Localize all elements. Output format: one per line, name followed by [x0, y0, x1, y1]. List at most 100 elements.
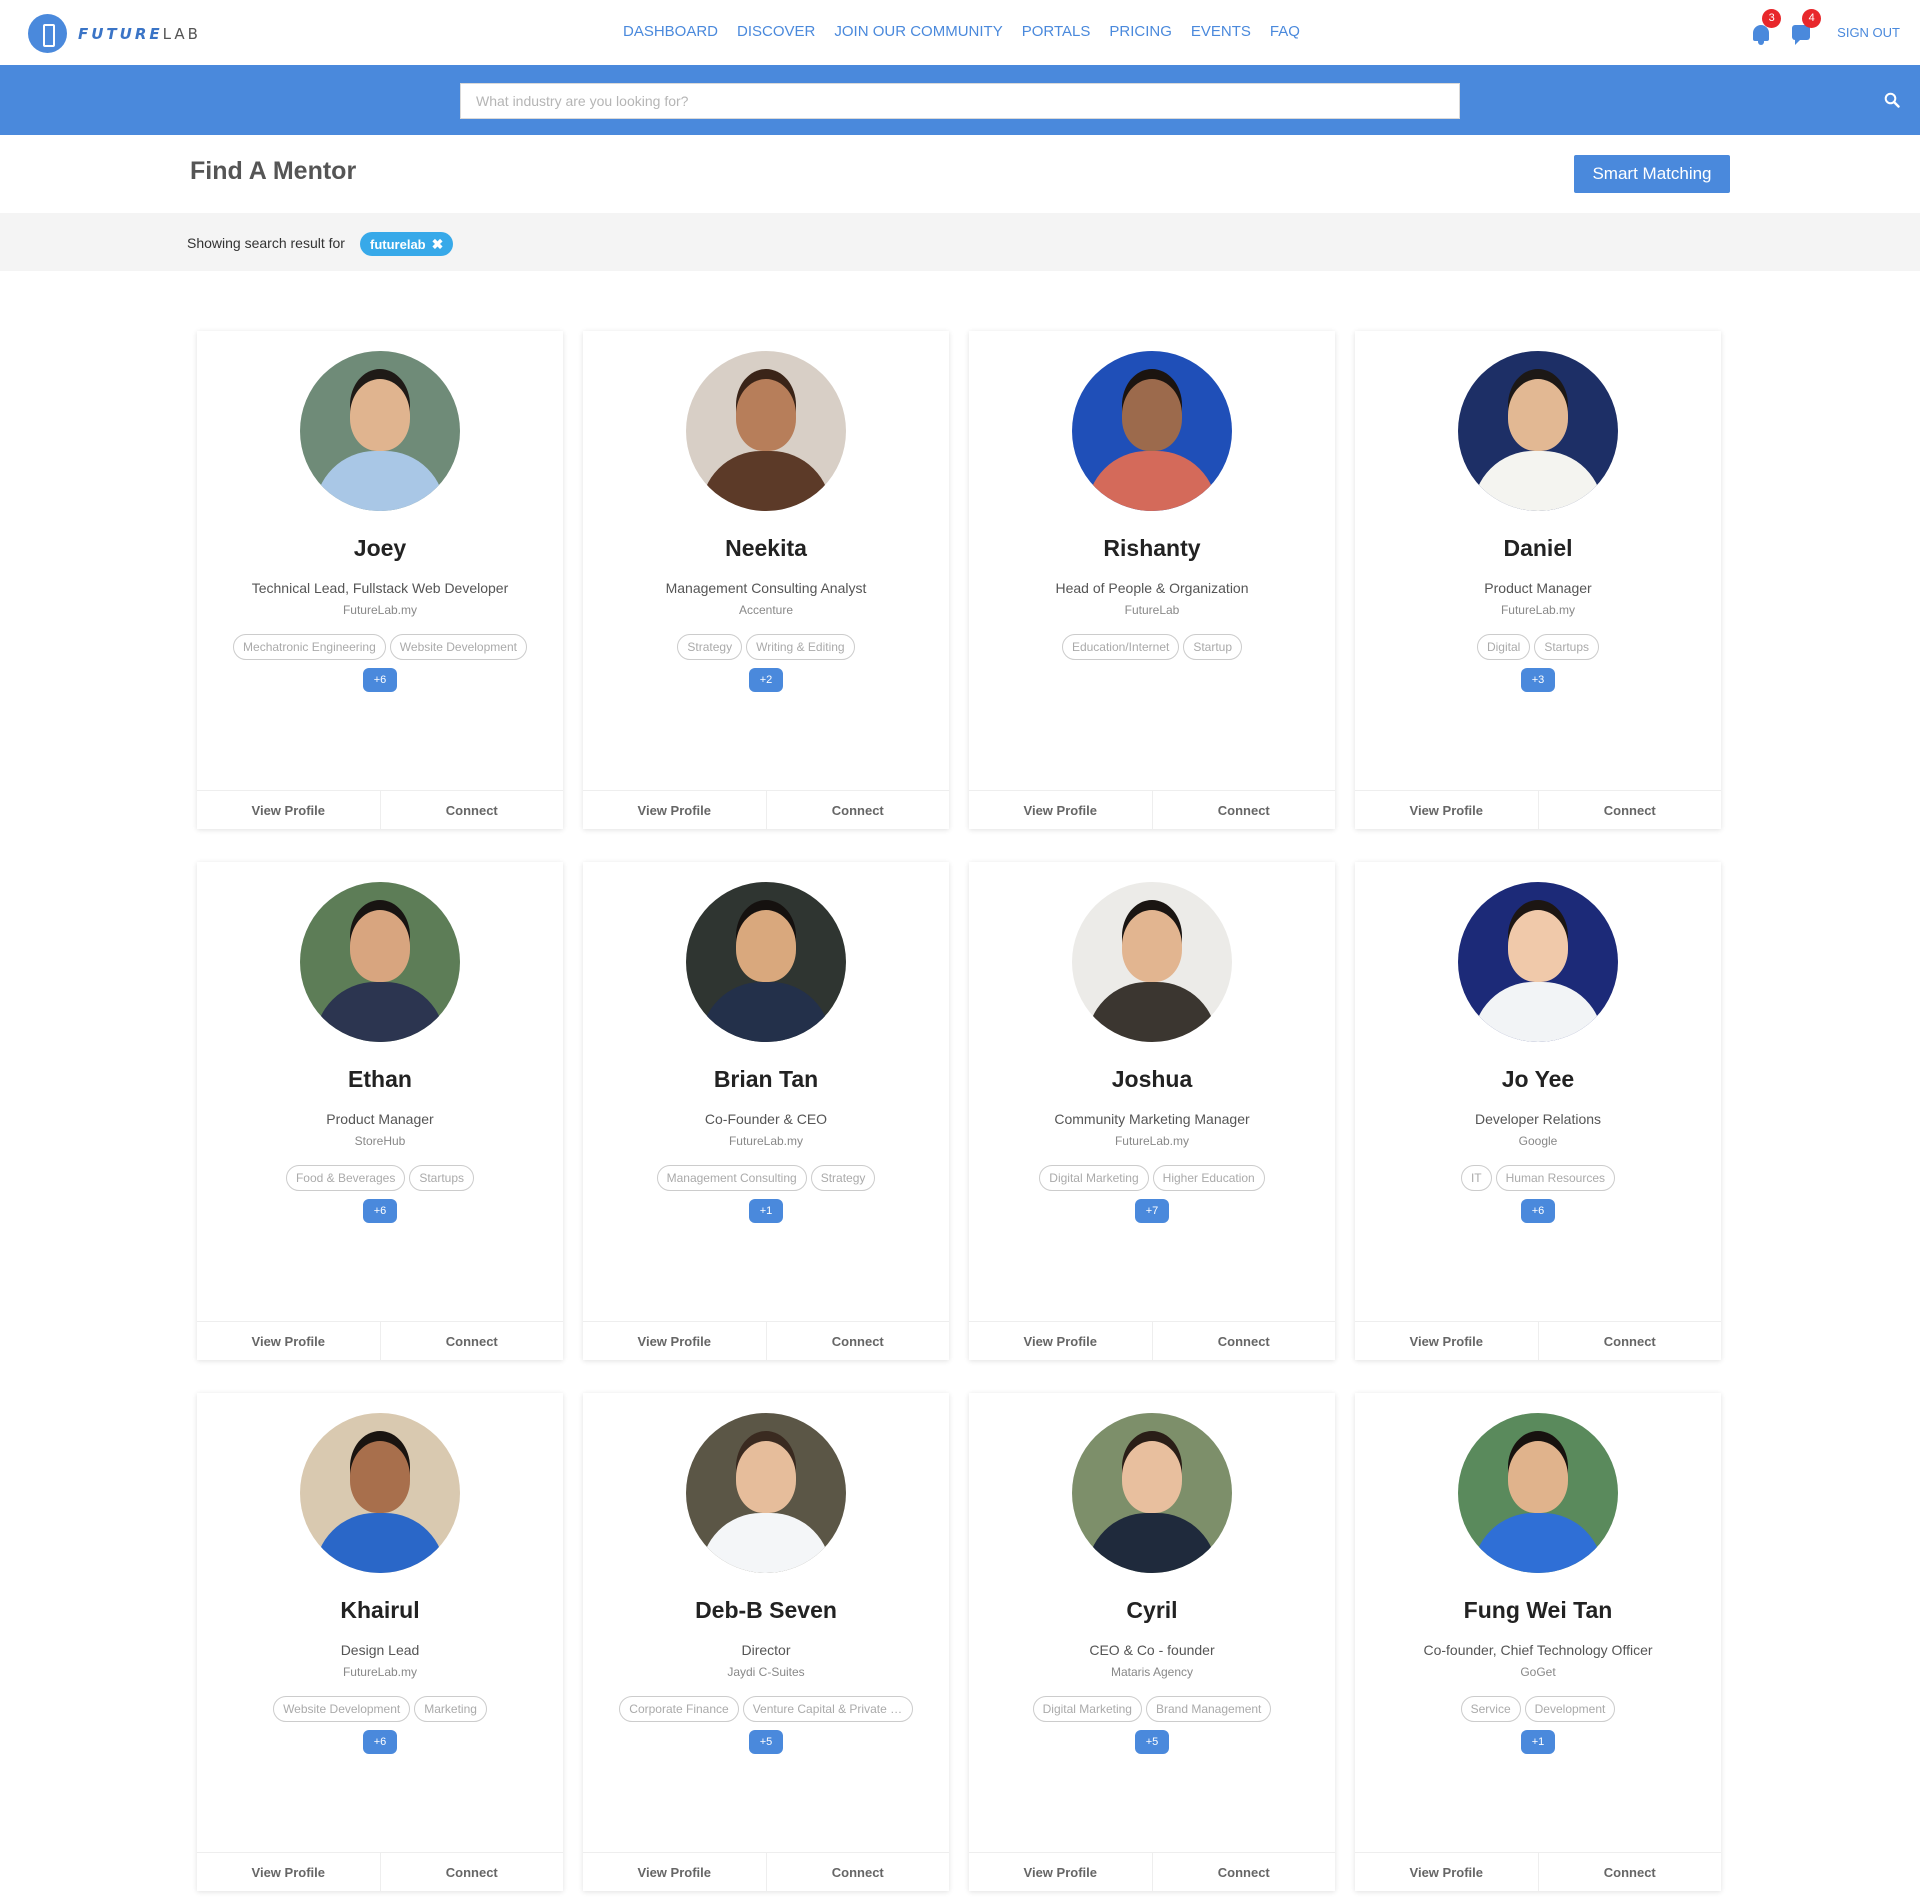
expertise-tag[interactable]: Startups	[1534, 634, 1600, 660]
mentor-name[interactable]: Fung Wei Tan	[1464, 1597, 1613, 1624]
nav-portals[interactable]: PORTALS	[1022, 23, 1091, 40]
more-tags-button[interactable]: +6	[362, 668, 398, 692]
mentor-name[interactable]: Cyril	[1126, 1597, 1177, 1624]
mentor-name[interactable]: Brian Tan	[714, 1066, 818, 1093]
more-tags-button[interactable]: +3	[1520, 668, 1556, 692]
view-profile-button[interactable]: View Profile	[969, 791, 1152, 829]
expertise-tag[interactable]: Startup	[1183, 634, 1243, 660]
mentor-avatar[interactable]	[1458, 882, 1618, 1042]
expertise-tag[interactable]: Human Resources	[1495, 1165, 1616, 1191]
view-profile-button[interactable]: View Profile	[1355, 1322, 1538, 1360]
view-profile-button[interactable]: View Profile	[1355, 1853, 1538, 1891]
more-tags-button[interactable]: +5	[748, 1730, 784, 1754]
expertise-tag[interactable]: Venture Capital & Private Equity	[742, 1696, 913, 1722]
mentor-avatar[interactable]	[1458, 1413, 1618, 1573]
mentor-name[interactable]: Joshua	[1112, 1066, 1193, 1093]
expertise-tag[interactable]: Startups	[409, 1165, 475, 1191]
connect-button[interactable]: Connect	[1151, 1322, 1336, 1360]
view-profile-button[interactable]: View Profile	[1355, 791, 1538, 829]
expertise-tag[interactable]: Higher Education	[1152, 1165, 1265, 1191]
expertise-tag[interactable]: IT	[1460, 1165, 1492, 1191]
view-profile-button[interactable]: View Profile	[583, 1853, 766, 1891]
mentor-name[interactable]: Deb-B Seven	[695, 1597, 837, 1624]
smart-matching-button[interactable]: Smart Matching	[1574, 155, 1730, 193]
view-profile-button[interactable]: View Profile	[583, 791, 766, 829]
more-tags-button[interactable]: +1	[748, 1199, 784, 1223]
connect-button[interactable]: Connect	[1151, 791, 1336, 829]
expertise-tag[interactable]: Website Development	[389, 634, 527, 660]
nav-discover[interactable]: DISCOVER	[737, 23, 815, 40]
expertise-tag[interactable]: Digital Marketing	[1032, 1696, 1142, 1722]
mentor-avatar[interactable]	[686, 1413, 846, 1573]
mentor-avatar[interactable]	[300, 1413, 460, 1573]
view-profile-button[interactable]: View Profile	[197, 1853, 380, 1891]
mentor-avatar[interactable]	[686, 882, 846, 1042]
expertise-tag[interactable]: Website Development	[273, 1696, 411, 1722]
expertise-tag[interactable]: Mechatronic Engineering	[233, 634, 386, 660]
industry-search-input[interactable]	[460, 83, 1460, 119]
mentor-avatar[interactable]	[1072, 1413, 1232, 1573]
page-header: Find A Mentor Smart Matching	[0, 135, 1920, 213]
more-tags-button[interactable]: +1	[1520, 1730, 1556, 1754]
expertise-tag[interactable]: Writing & Editing	[746, 634, 855, 660]
messages-button[interactable]: 4	[1787, 8, 1822, 47]
nav-events[interactable]: EVENTS	[1191, 23, 1251, 40]
expertise-tag[interactable]: Brand Management	[1145, 1696, 1272, 1722]
remove-filter-icon[interactable]: ✖	[432, 236, 444, 253]
sign-out-link[interactable]: SIGN OUT	[1837, 25, 1900, 40]
nav-pricing[interactable]: PRICING	[1109, 23, 1172, 40]
connect-button[interactable]: Connect	[1151, 1853, 1336, 1891]
mentor-avatar[interactable]	[1458, 351, 1618, 511]
nav-faq[interactable]: FAQ	[1270, 23, 1300, 40]
mentor-avatar[interactable]	[1072, 351, 1232, 511]
connect-button[interactable]: Connect	[379, 1853, 564, 1891]
expertise-tag[interactable]: Strategy	[810, 1165, 876, 1191]
nav-join-our-community[interactable]: JOIN OUR COMMUNITY	[834, 23, 1002, 40]
view-profile-button[interactable]: View Profile	[969, 1853, 1152, 1891]
mentor-avatar[interactable]	[300, 882, 460, 1042]
nav-dashboard[interactable]: DASHBOARD	[623, 23, 718, 40]
expertise-tag[interactable]: Management Consulting	[656, 1165, 807, 1191]
view-profile-button[interactable]: View Profile	[197, 791, 380, 829]
mentor-name[interactable]: Rishanty	[1103, 535, 1200, 562]
expertise-tag[interactable]: Corporate Finance	[619, 1696, 739, 1722]
mentor-avatar[interactable]	[300, 351, 460, 511]
expertise-tag[interactable]: Marketing	[414, 1696, 487, 1722]
more-tags-button[interactable]: +6	[362, 1730, 398, 1754]
mentor-name[interactable]: Neekita	[725, 535, 807, 562]
connect-button[interactable]: Connect	[379, 1322, 564, 1360]
expertise-tag[interactable]: Education/Internet	[1061, 634, 1180, 660]
mentor-name[interactable]: Jo Yee	[1502, 1066, 1574, 1093]
mentor-avatar[interactable]	[686, 351, 846, 511]
expertise-tag[interactable]: Service	[1460, 1696, 1521, 1722]
connect-button[interactable]: Connect	[379, 791, 564, 829]
view-profile-button[interactable]: View Profile	[583, 1322, 766, 1360]
expertise-tag[interactable]: Food & Beverages	[285, 1165, 406, 1191]
search-filter-chip[interactable]: futurelab ✖	[360, 232, 454, 256]
view-profile-button[interactable]: View Profile	[969, 1322, 1152, 1360]
mentor-name[interactable]: Joey	[354, 535, 406, 562]
mentor-avatar[interactable]	[1072, 882, 1232, 1042]
connect-button[interactable]: Connect	[765, 791, 950, 829]
expertise-tag[interactable]: Development	[1524, 1696, 1616, 1722]
more-tags-button[interactable]: +7	[1134, 1199, 1170, 1223]
connect-button[interactable]: Connect	[1537, 1322, 1722, 1360]
mentor-name[interactable]: Daniel	[1503, 535, 1572, 562]
connect-button[interactable]: Connect	[765, 1322, 950, 1360]
more-tags-button[interactable]: +6	[1520, 1199, 1556, 1223]
expertise-tag[interactable]: Digital Marketing	[1039, 1165, 1149, 1191]
expertise-tag[interactable]: Digital	[1476, 634, 1531, 660]
more-tags-button[interactable]: +2	[748, 668, 784, 692]
mentor-name[interactable]: Ethan	[348, 1066, 412, 1093]
view-profile-button[interactable]: View Profile	[197, 1322, 380, 1360]
connect-button[interactable]: Connect	[1537, 1853, 1722, 1891]
connect-button[interactable]: Connect	[1537, 791, 1722, 829]
more-tags-button[interactable]: +6	[362, 1199, 398, 1223]
mentor-name[interactable]: Khairul	[340, 1597, 419, 1624]
expertise-tag[interactable]: Strategy	[677, 634, 743, 660]
more-tags-button[interactable]: +5	[1134, 1730, 1170, 1754]
notifications-button[interactable]: 3	[1747, 8, 1782, 47]
futurelab-logo[interactable]: FUTURELAB	[28, 14, 201, 53]
search-icon[interactable]	[1884, 92, 1900, 108]
connect-button[interactable]: Connect	[765, 1853, 950, 1891]
